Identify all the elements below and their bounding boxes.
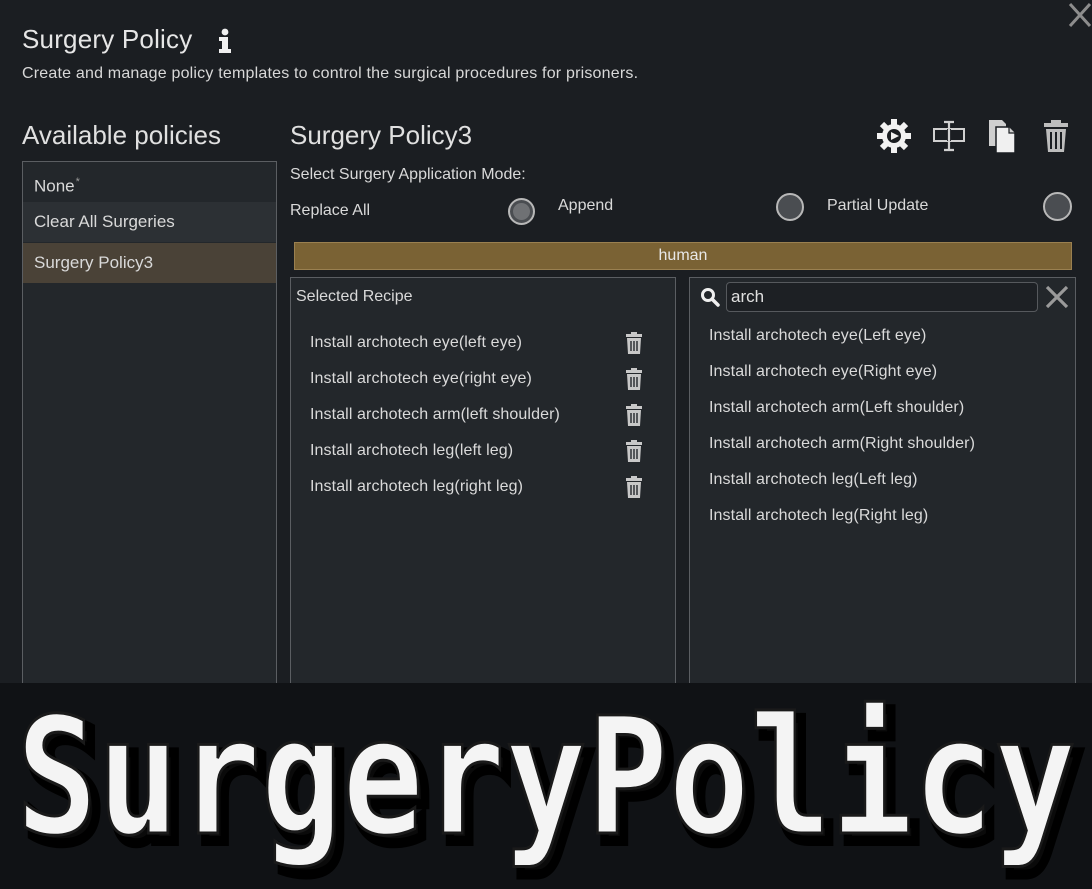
policy-item-label: Surgery Policy3 bbox=[34, 253, 154, 272]
mode-replace-all-label[interactable]: Replace All bbox=[290, 202, 370, 220]
selected-recipe-item: Install archotech eye(right eye) bbox=[310, 370, 532, 387]
trash-icon bbox=[626, 368, 642, 390]
recipe-search-input[interactable] bbox=[726, 282, 1038, 312]
policy-item-clear-all[interactable]: Clear All Surgeries bbox=[23, 202, 276, 242]
trash-icon bbox=[626, 404, 642, 426]
svg-text:SurgeryPolicy: SurgeryPolicy bbox=[16, 684, 1076, 872]
settings-icon bbox=[877, 119, 911, 153]
selected-recipe-panel: Selected Recipe Install archotech eye(le… bbox=[290, 277, 676, 707]
copy-button[interactable] bbox=[982, 116, 1022, 156]
title-banner: SurgeryPolicy SurgeryPolicy bbox=[0, 683, 1092, 889]
close-icon bbox=[1045, 285, 1069, 309]
policy-item-none[interactable]: None* bbox=[23, 162, 276, 202]
mode-label: Select Surgery Application Mode: bbox=[290, 166, 526, 183]
selected-recipe-title: Selected Recipe bbox=[296, 288, 413, 305]
available-recipe-item[interactable]: Install archotech leg(Right leg) bbox=[709, 507, 928, 525]
race-selector[interactable]: human bbox=[294, 242, 1072, 270]
available-recipe-item[interactable]: Install archotech leg(Left leg) bbox=[709, 471, 918, 489]
copy-icon bbox=[989, 120, 1016, 154]
mode-partial-update-radio[interactable] bbox=[1043, 192, 1072, 221]
close-button[interactable] bbox=[1066, 0, 1092, 30]
trash-icon bbox=[626, 440, 642, 462]
selected-recipe-item: Install archotech leg(left leg) bbox=[310, 442, 514, 459]
remove-recipe-button[interactable] bbox=[625, 332, 643, 354]
remove-recipe-button[interactable] bbox=[625, 476, 643, 498]
remove-recipe-button[interactable] bbox=[625, 368, 643, 390]
selected-recipe-item: Install archotech arm(left shoulder) bbox=[310, 406, 560, 423]
available-policies-title: Available policies bbox=[22, 120, 221, 150]
mode-partial-update-label[interactable]: Partial Update bbox=[827, 197, 928, 215]
available-recipe-item[interactable]: Install archotech eye(Right eye) bbox=[709, 363, 937, 381]
rename-button[interactable] bbox=[929, 116, 969, 156]
policy-list: None* Clear All Surgeries Surgery Policy… bbox=[22, 161, 277, 703]
remove-recipe-button[interactable] bbox=[625, 440, 643, 462]
available-recipe-panel: Install archotech eye(Left eye) Install … bbox=[689, 277, 1076, 707]
policy-item-surgery-policy3[interactable]: Surgery Policy3 bbox=[23, 243, 276, 283]
available-recipe-item[interactable]: Install archotech arm(Left shoulder) bbox=[709, 399, 964, 417]
trash-icon bbox=[1044, 120, 1068, 152]
available-recipe-item[interactable]: Install archotech eye(Left eye) bbox=[709, 327, 926, 345]
policy-name: Surgery Policy3 bbox=[290, 120, 473, 150]
mode-append-radio[interactable] bbox=[776, 193, 804, 221]
trash-icon bbox=[626, 476, 642, 498]
default-marker: * bbox=[75, 176, 80, 188]
policy-item-label: Clear All Surgeries bbox=[34, 212, 175, 231]
remove-recipe-button[interactable] bbox=[625, 404, 643, 426]
trash-icon bbox=[626, 332, 642, 354]
banner-logo: SurgeryPolicy SurgeryPolicy bbox=[15, 683, 1089, 885]
available-recipe-item[interactable]: Install archotech arm(Right shoulder) bbox=[709, 435, 975, 453]
window-description: Create and manage policy templates to co… bbox=[22, 65, 639, 82]
search-icon bbox=[700, 287, 720, 307]
selected-recipe-item: Install archotech leg(right leg) bbox=[310, 478, 524, 495]
clear-search-button[interactable] bbox=[1044, 284, 1070, 310]
mode-append-label[interactable]: Append bbox=[558, 197, 613, 215]
info-icon[interactable] bbox=[214, 27, 236, 55]
mode-replace-all-radio[interactable] bbox=[508, 198, 535, 225]
policy-item-label: None bbox=[34, 176, 75, 196]
close-icon bbox=[1068, 2, 1092, 28]
rename-icon bbox=[933, 120, 965, 152]
delete-policy-button[interactable] bbox=[1036, 116, 1076, 156]
window-title: Surgery Policy bbox=[22, 24, 193, 54]
settings-button[interactable] bbox=[874, 116, 914, 156]
selected-recipe-item: Install archotech eye(left eye) bbox=[310, 334, 523, 351]
